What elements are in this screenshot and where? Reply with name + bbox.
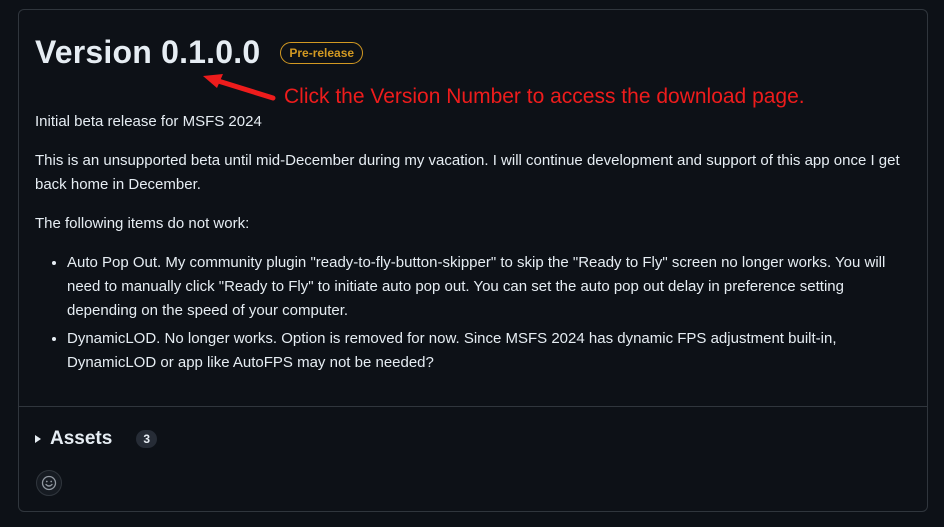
assets-label: Assets [50,428,113,449]
add-reaction-button[interactable] [36,470,62,496]
notes-paragraph-2: This is an unsupported beta until mid-De… [35,152,900,193]
version-title-link[interactable]: Version 0.1.0.0 [35,34,260,71]
divider [19,406,927,407]
release-card: Version 0.1.0.0 Pre-release Click the Ve… [18,9,928,512]
triangle-right-icon [35,435,41,443]
assets-count-badge: 3 [136,430,158,448]
assets-toggle[interactable]: Assets 3 [35,428,158,450]
list-item: Auto Pop Out. My community plugin "ready… [67,251,915,323]
not-working-list: Auto Pop Out. My community plugin "ready… [35,251,915,375]
notes-paragraph-1: Initial beta release for MSFS 2024 [35,113,262,130]
notes-paragraph-3: The following items do not work: [35,215,250,232]
smiley-icon [41,475,57,491]
annotation-text: Click the Version Number to access the d… [284,85,805,108]
release-notes: Initial beta release for MSFS 2024 This … [35,110,915,379]
pre-release-badge: Pre-release [280,41,364,64]
list-item: DynamicLOD. No longer works. Option is r… [67,327,915,375]
release-header: Version 0.1.0.0 Pre-release [35,34,364,71]
